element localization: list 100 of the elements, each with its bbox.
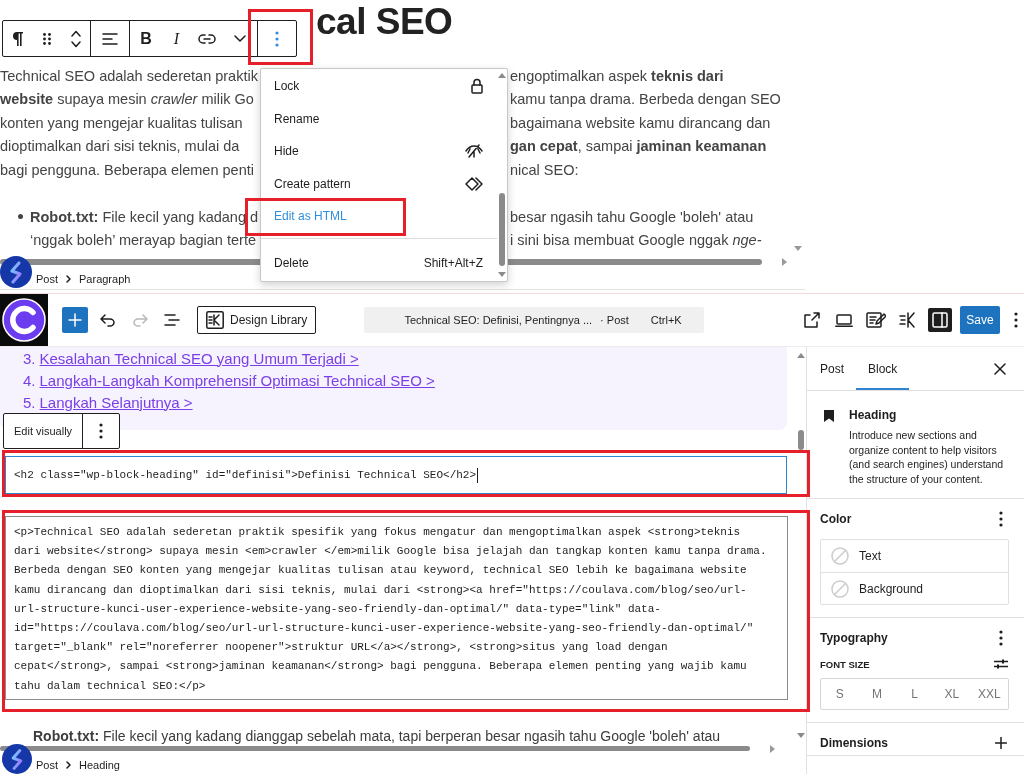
pilcrow-icon	[12, 31, 23, 46]
panel-title: Dimensions	[820, 736, 888, 750]
scroll-down-arrow-icon	[796, 733, 805, 738]
more-vertical-icon	[999, 630, 1003, 646]
framed-k-icon	[206, 311, 224, 329]
sidebar-tab[interactable]: Post	[808, 347, 856, 390]
plus-icon	[68, 313, 82, 327]
more-vertical-icon	[999, 511, 1003, 527]
list-number: 5.	[23, 393, 36, 411]
app-logo-icon[interactable]	[0, 294, 48, 346]
drag-handle-icon	[42, 32, 51, 45]
paragraph-text: Technical SEO adalah sederetan praktik	[0, 67, 258, 84]
scroll-right-arrow-icon	[782, 258, 787, 266]
scrollbar-thumb[interactable]	[499, 193, 505, 266]
sliders-icon	[994, 659, 1008, 669]
edit-visually-button[interactable]: Edit visually	[4, 414, 84, 448]
breadcrumb-current[interactable]: Paragraph	[79, 273, 131, 285]
chevron-right-icon	[66, 275, 71, 283]
scroll-down-arrow-icon	[793, 246, 802, 251]
menu-item[interactable]: Hide	[261, 135, 497, 168]
command-bar[interactable]: Technical SEO: Definisi, Pentingnya ... · Post Ctrl+K	[364, 307, 705, 333]
menu-item[interactable]: Create pattern	[261, 167, 497, 200]
document-title: Technical SEO: Definisi, Pentingnya ...	[404, 314, 593, 326]
sidebar-icon	[932, 312, 948, 328]
more-vertical-icon	[1014, 312, 1018, 328]
breadcrumb-link[interactable]: Post	[36, 273, 58, 285]
plus-icon	[995, 737, 1007, 749]
list-item-text: besar ngasih tahu Google 'boleh' atau	[510, 208, 755, 225]
paragraph-text: bagi pengguna. Beberapa elemen penti	[0, 161, 255, 178]
font-size-option[interactable]: XL	[933, 679, 971, 709]
settings-toggle-button[interactable]	[928, 308, 952, 332]
paragraph-text: konten yang mengejar kualitas tulisan	[0, 114, 244, 131]
design-library-button[interactable]: Design Library	[197, 306, 317, 334]
font-size-option[interactable]: XXL	[970, 679, 1008, 709]
toc-link[interactable]: Langkah-Langkah Komprehensif Optimasi Technical SEO >	[39, 371, 435, 389]
laptop-icon	[835, 313, 853, 327]
list-number: 4.	[23, 371, 36, 389]
block-description: Introduce new sections and organize content to help visitors (and search engines) understand the structure of your content.	[849, 428, 1005, 486]
scrollbar-thumb[interactable]	[0, 746, 750, 751]
redo-icon	[132, 313, 148, 327]
add-block-button[interactable]	[62, 307, 88, 333]
paragraph-text: gan cepat, sampai jaminan keamanan	[510, 138, 768, 155]
block-title: Heading	[849, 408, 898, 422]
bold-button[interactable]: B	[130, 21, 162, 56]
menu-item[interactable]: Delete Shift+Alt+Z	[261, 246, 497, 279]
more-vertical-icon	[275, 30, 279, 47]
eye-slash-icon	[465, 144, 483, 159]
panel-title: Typography	[820, 631, 888, 645]
paragraph-text: dioptimalkan dari sisi teknis, mulai da	[0, 138, 241, 155]
undo-icon	[100, 313, 116, 327]
bookmark-icon	[824, 410, 834, 422]
shortcut-text: Shift+Alt+Z	[423, 255, 483, 270]
list-item-text: i sini bisa membuat Google nggak nge-	[510, 232, 763, 249]
scroll-down-arrow-icon	[498, 272, 506, 277]
chevron-down-icon	[234, 35, 246, 42]
circle-slash-icon	[831, 547, 849, 565]
post-type-label: · Post	[600, 314, 629, 326]
italic-button[interactable]: I	[162, 21, 191, 56]
font-size-option[interactable]: L	[895, 679, 934, 709]
external-link-icon	[804, 312, 820, 328]
paragraph-text: engoptimalkan aspek teknis dari	[510, 67, 725, 84]
link-icon	[198, 33, 216, 44]
paragraph-text: nical SEO:	[510, 161, 580, 178]
breadcrumb-link[interactable]: Post	[36, 758, 58, 771]
shortcut-text: Ctrl+K	[650, 314, 682, 326]
color-setting-button[interactable]: Text	[821, 540, 1008, 572]
widget-logo-icon[interactable]	[0, 256, 32, 288]
color-setting-button[interactable]: Background	[821, 572, 1008, 604]
diamond-icon	[465, 176, 483, 191]
html-code-field[interactable]: <h2 class="wp-block-heading" id="definisi">Definisi Technical SEO</h2>	[5, 456, 787, 494]
html-code-field[interactable]: <p>Technical SEO adalah sederetan praktik spesifik yang fokus mengatur dan mengoptimalkan aspek <strong>teknis dari website</strong> supaya mesin <em>crawler </em>milik Google bisa jelajah dan tangkap konten kamu tanpa drama. Berbeda dengan SEO konten yang mengejar kualitas tulisan atau keyword, technical SEO lebih ke bagaimana website kamu dirancang dan dioptimalkan dari sisi teknis, mulai dari <strong><a href="https://coulava.com/blog/seo/url-url-structure-kunci-user-experience-website-yang-seo-friendly-dan-optimal/" data-type="link" data-id="https://coulava.com/blog/seo/url-url-structure-kunci-user-experience-website-yang-seo-friendly-dan-optimal/" target="_blank" rel="noreferrer noopener">struktur URL</a></strong>, <strong>situs yang load dengan cepat</strong>, sampai <strong>jaminan keamanan</strong> bagi pengguna. Beberapa elemen penting yang wajib kamu tahu dalam technical SEO:</p>	[5, 516, 789, 700]
close-icon	[994, 362, 1006, 375]
scrollbar-thumb[interactable]	[797, 430, 804, 450]
post-heading: cal SEO	[316, 0, 453, 44]
add-button[interactable]	[993, 735, 1009, 751]
list-icon	[164, 314, 180, 326]
sidebar-tab[interactable]: Block	[856, 347, 910, 390]
paragraph-text: bagaimana website kamu dirancang dan	[510, 114, 772, 131]
text-caret-icon	[477, 467, 479, 483]
chevron-right-icon	[66, 760, 71, 769]
widget-logo-icon[interactable]	[2, 744, 32, 774]
scroll-up-arrow-icon	[498, 73, 506, 78]
font-size-label: FONT SIZE	[820, 658, 870, 670]
list-item-text: Robot.txt: File kecil yang kadang dianggap sebelah mata, tapi berperan besar ngasih tahu Google 'boleh' atau	[32, 727, 722, 745]
list-item-text: Robot.txt: File kecil yang kadang d	[30, 208, 259, 225]
list-number: 3.	[23, 349, 36, 367]
toc-link[interactable]: Langkah Selanjutnya >	[39, 393, 193, 411]
paragraph-text: website supaya mesin crawler milik Go	[0, 91, 255, 108]
panel-title: Color	[820, 512, 852, 526]
breadcrumb-current[interactable]: Heading	[79, 758, 120, 771]
font-size-option[interactable]: M	[858, 679, 896, 709]
scroll-right-arrow-icon	[770, 744, 775, 753]
font-size-option[interactable]: S	[821, 679, 859, 709]
scroll-up-arrow-icon	[796, 353, 805, 358]
toc-link[interactable]: Kesalahan Technical SEO yang Umum Terjadi >	[39, 349, 359, 367]
notebook-pen-icon	[866, 312, 886, 328]
list-item-text: ‘nggak boleh’ merayap bagian terte	[30, 232, 256, 249]
menu-item[interactable]: Rename	[261, 102, 497, 135]
save-button[interactable]: Save	[960, 306, 1000, 334]
menu-item[interactable]: Lock	[261, 70, 497, 103]
